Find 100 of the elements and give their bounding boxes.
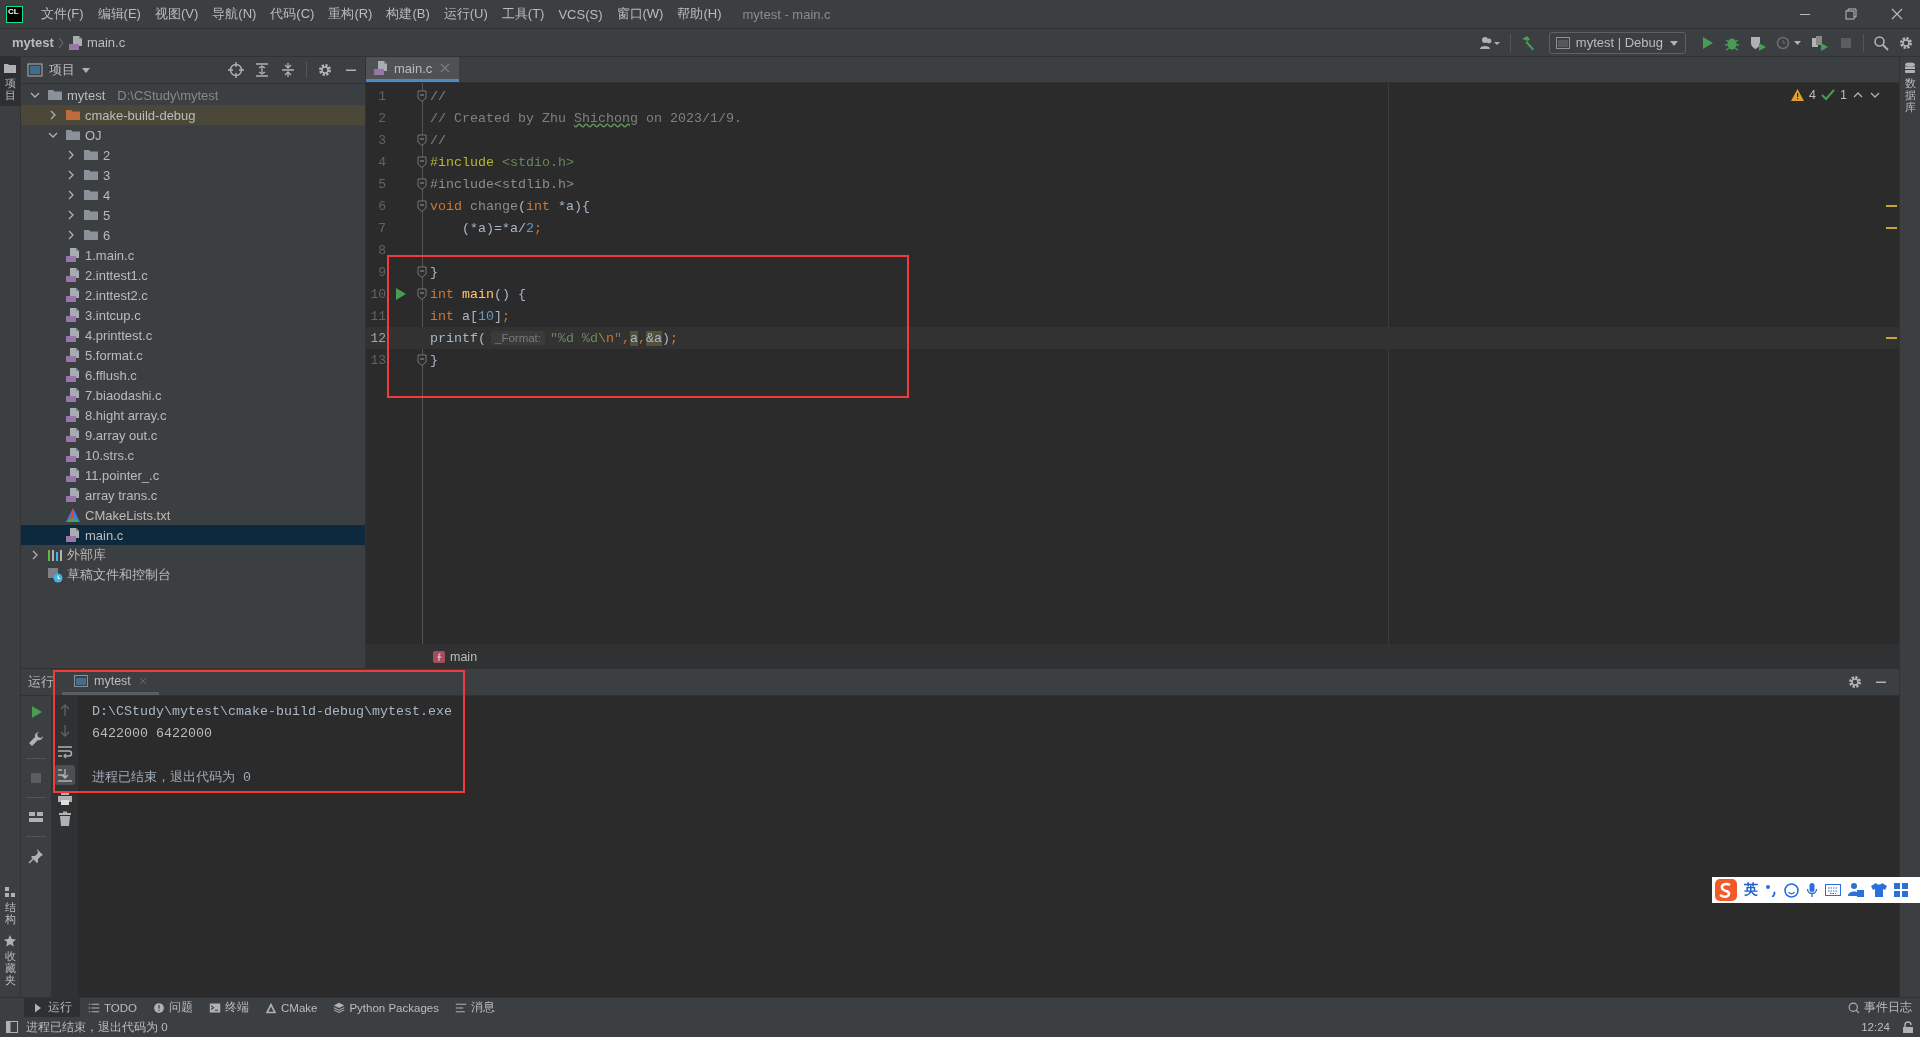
- microphone-icon[interactable]: [1806, 882, 1818, 898]
- tree-item[interactable]: 3: [21, 165, 365, 185]
- line-number: 4: [377, 154, 386, 170]
- trash-icon[interactable]: [57, 811, 73, 827]
- fold-marker-icon[interactable]: [417, 156, 427, 168]
- tool-window-button[interactable]: 消息: [446, 998, 503, 1017]
- breadcrumb-item[interactable]: main.c: [86, 35, 126, 50]
- tree-item[interactable]: 4.printtest.c: [21, 325, 365, 345]
- tree-item[interactable]: 6: [21, 225, 365, 245]
- attach-run-icon[interactable]: [1811, 34, 1829, 51]
- menu-item[interactable]: 工具(T): [494, 3, 552, 25]
- menu-item[interactable]: 构建(B): [379, 3, 437, 25]
- shield-run-icon[interactable]: [1749, 34, 1767, 51]
- person-icon[interactable]: [1848, 882, 1864, 898]
- clock-run-icon[interactable]: [1776, 34, 1802, 51]
- expand-all-icon[interactable]: [254, 62, 270, 78]
- user-icon[interactable]: [1478, 34, 1501, 51]
- editor-tab[interactable]: main.c: [366, 57, 460, 82]
- tree-item[interactable]: 7.biaodashi.c: [21, 385, 365, 405]
- run-tab[interactable]: mytest: [62, 669, 159, 695]
- tool-window-button[interactable]: 事件日志: [1840, 998, 1920, 1017]
- tool-window-button[interactable]: 问题: [145, 998, 201, 1017]
- menu-item[interactable]: 帮助(H): [670, 3, 729, 25]
- tool-window-stripe-button[interactable]: 项目: [0, 57, 20, 107]
- tool-window-button[interactable]: TODO: [80, 998, 145, 1017]
- shirt-icon[interactable]: [1871, 883, 1887, 897]
- breadcrumb-item[interactable]: mytest: [12, 35, 54, 50]
- tree-item[interactable]: array trans.c: [21, 485, 365, 505]
- menu-item[interactable]: 重构(R): [321, 3, 380, 25]
- print-icon[interactable]: [57, 790, 73, 806]
- keyboard-icon[interactable]: [1825, 884, 1841, 896]
- locate-icon[interactable]: [228, 62, 244, 78]
- close-icon[interactable]: [1889, 6, 1905, 22]
- panel-title[interactable]: 项目: [49, 61, 75, 79]
- panel-toggle-icon[interactable]: [6, 1021, 18, 1033]
- punctuation-icon[interactable]: [1765, 883, 1777, 897]
- tool-window-stripe-button[interactable]: 收藏夹: [0, 929, 20, 991]
- settings-icon[interactable]: [1847, 674, 1863, 690]
- tool-window-stripe-button[interactable]: 结构: [0, 880, 20, 930]
- tree-item[interactable]: 5: [21, 205, 365, 225]
- tree-item[interactable]: 10.strs.c: [21, 445, 365, 465]
- tree-item[interactable]: mytest D:\CStudy\mytest: [21, 85, 365, 105]
- tree-item[interactable]: main.c: [21, 525, 365, 545]
- tree-item[interactable]: OJ: [21, 125, 365, 145]
- search-icon[interactable]: [1873, 34, 1889, 51]
- scroll-to-end-button[interactable]: [55, 765, 75, 785]
- tree-item[interactable]: CMakeLists.txt: [21, 505, 365, 525]
- tree-item[interactable]: 2.inttest1.c: [21, 265, 365, 285]
- tree-item[interactable]: cmake-build-debug: [21, 105, 365, 125]
- menu-item[interactable]: 代码(C): [263, 3, 322, 25]
- tree-item[interactable]: 2.inttest2.c: [21, 285, 365, 305]
- fold-marker-icon[interactable]: [417, 134, 427, 146]
- tree-item[interactable]: 3.intcup.c: [21, 305, 365, 325]
- tree-item[interactable]: 8.hight array.c: [21, 405, 365, 425]
- fold-marker-icon[interactable]: [417, 90, 427, 102]
- tree-item[interactable]: 1.main.c: [21, 245, 365, 265]
- menu-item[interactable]: 视图(V): [147, 3, 206, 25]
- tree-item[interactable]: 外部库: [21, 545, 365, 565]
- fold-marker-icon[interactable]: [417, 288, 427, 300]
- input-mode-toggle[interactable]: 英: [1744, 881, 1758, 899]
- fold-marker-icon[interactable]: [417, 266, 427, 278]
- code-line: printf( _Format: "%d %d\n",a,&a);: [430, 330, 678, 346]
- tree-item[interactable]: 草稿文件和控制台: [21, 565, 365, 585]
- fold-marker-icon[interactable]: [417, 200, 427, 212]
- settings-icon[interactable]: [317, 62, 333, 78]
- run-configuration-dropdown[interactable]: mytest | Debug: [1548, 31, 1686, 54]
- fold-marker-icon[interactable]: [417, 178, 427, 190]
- restore-icon[interactable]: [1843, 6, 1859, 22]
- wrench-icon[interactable]: [28, 731, 44, 747]
- tool-window-stripe-button[interactable]: 数据库: [1900, 57, 1920, 119]
- breadcrumb-item[interactable]: main: [433, 649, 478, 664]
- menu-item[interactable]: 文件(F): [34, 3, 91, 25]
- menu-item[interactable]: VCS(S): [551, 4, 610, 24]
- run-icon[interactable]: [395, 287, 407, 301]
- menu-item[interactable]: 窗口(W): [609, 3, 671, 25]
- swirl-logo-icon[interactable]: [1715, 879, 1737, 901]
- menu-item[interactable]: 导航(N): [205, 3, 264, 25]
- tree-item[interactable]: 11.pointer_.c: [21, 465, 365, 485]
- collapse-all-icon[interactable]: [280, 62, 296, 78]
- tool-window-button[interactable]: CMake: [257, 998, 326, 1017]
- soft-wrap-icon[interactable]: [57, 744, 73, 760]
- lock-icon[interactable]: [1902, 1021, 1914, 1033]
- menu-item[interactable]: 运行(U): [436, 3, 495, 25]
- grid-icon[interactable]: [1894, 883, 1908, 897]
- settings-icon[interactable]: [1898, 34, 1914, 51]
- cursor-position[interactable]: 12:24: [1861, 1021, 1890, 1033]
- tree-item[interactable]: 6.fflush.c: [21, 365, 365, 385]
- tree-item[interactable]: 5.format.c: [21, 345, 365, 365]
- fold-marker-icon[interactable]: [417, 354, 427, 366]
- tree-item[interactable]: 9.array out.c: [21, 425, 365, 445]
- tool-window-button[interactable]: 运行: [24, 998, 80, 1017]
- tree-item[interactable]: 2: [21, 145, 365, 165]
- layout-icon[interactable]: [28, 809, 44, 825]
- tree-item[interactable]: 4: [21, 185, 365, 205]
- tool-window-button[interactable]: Python Packages: [325, 998, 447, 1017]
- menu-item[interactable]: 编辑(E): [90, 3, 148, 25]
- smiley-icon[interactable]: [1784, 882, 1799, 898]
- tool-window-button[interactable]: 终端: [201, 998, 257, 1017]
- pin-icon[interactable]: [28, 848, 44, 864]
- caret-icon[interactable]: [81, 66, 91, 74]
